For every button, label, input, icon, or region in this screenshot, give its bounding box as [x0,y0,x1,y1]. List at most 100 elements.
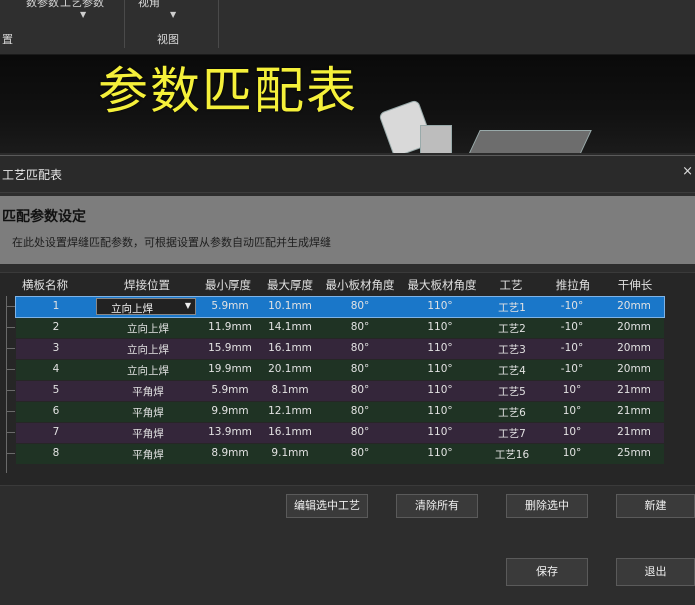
cell-max-thickness: 10.1mm [268,300,312,312]
cell-min-angle: 80° [350,363,370,375]
ribbon-group-label: 置 [2,33,13,46]
cell-push-angle: 10° [562,405,582,417]
cell-max-angle: 110° [427,342,453,354]
table-row[interactable]: 6 平角焊 9.9mm 12.1mm 80° 110° 工艺6 10° 21mm [6,402,664,422]
process-match-dialog: 工艺匹配表 × 匹配参数设定 在此处设置焊缝匹配参数，可根据设置从参数自动匹配并… [0,155,695,605]
cell-process: 工艺4 [498,365,526,377]
table-row[interactable]: 5 平角焊 5.9mm 8.1mm 80° 110° 工艺5 10° 21mm [6,381,664,401]
cell-stickout: 21mm [617,405,651,417]
close-icon[interactable]: × [682,164,693,179]
column-header[interactable]: 最大厚度 [262,277,318,293]
cell-process: 工艺7 [498,428,526,440]
tree-connector [6,453,15,454]
cell-name: 3 [52,342,60,354]
cell-name: 7 [52,426,60,438]
cell-stickout: 20mm [617,342,651,354]
cell-max-angle: 110° [427,426,453,438]
cell-stickout: 20mm [617,321,651,333]
ribbon-item-process-params[interactable]: 工艺参数 [60,0,104,10]
cell-min-angle: 80° [350,342,370,354]
table-row[interactable]: 8 平角焊 8.9mm 9.1mm 80° 110° 工艺16 10° 25mm [6,444,664,464]
tree-connector [6,390,15,391]
section-heading: 匹配参数设定 [2,209,86,225]
cell-min-thickness: 13.9mm [208,426,252,438]
weld-position-value: 立向上焊 [111,303,153,315]
edit-selected-process-button[interactable]: 编辑选中工艺 [286,494,368,518]
save-button[interactable]: 保存 [506,558,588,586]
cell-min-thickness: 11.9mm [208,321,252,333]
cell-max-angle: 110° [427,300,453,312]
cell-min-angle: 80° [350,426,370,438]
cell-process: 工艺5 [498,386,526,398]
table-row[interactable]: 1 立向上焊 ▼ 5.9mm 10.1mm 80° 110° 工艺1 -10° … [6,296,665,318]
clear-all-button[interactable]: 清除所有 [396,494,478,518]
chevron-down-icon[interactable]: ▼ [170,10,176,19]
delete-selected-button[interactable]: 删除选中 [506,494,588,518]
cell-weld-position: 平角焊 [132,428,164,440]
cell-max-thickness: 16.1mm [268,426,312,438]
cell-min-angle: 80° [350,321,370,333]
tree-connector [6,306,15,307]
cell-name: 6 [52,405,60,417]
table-row[interactable]: 2 立向上焊 11.9mm 14.1mm 80° 110° 工艺2 -10° 2… [6,318,664,338]
cell-push-angle: 10° [562,384,582,396]
cell-min-thickness: 19.9mm [208,363,252,375]
cell-min-angle: 80° [350,384,370,396]
cell-max-thickness: 9.1mm [271,447,309,459]
exit-button[interactable]: 退出 [616,558,695,586]
ribbon-item-params[interactable]: 数参数 [26,0,59,10]
cell-name: 4 [52,363,60,375]
cell-name: 2 [52,321,60,333]
table-header: 横板名称 焊接位置 最小厚度 最大厚度 最小板材角度 最大板材角度 工艺 推拉角… [0,275,665,293]
info-panel: 匹配参数设定 在此处设置焊缝匹配参数，可根据设置从参数自动匹配并生成焊缝 [0,196,695,264]
cell-weld-position: 立向上焊 [127,344,169,356]
tree-connector [6,348,15,349]
ribbon-item-view-angle[interactable]: 视角 [138,0,160,10]
cell-process: 工艺3 [498,344,526,356]
table-row[interactable]: 3 立向上焊 15.9mm 16.1mm 80° 110° 工艺3 -10° 2… [6,339,664,359]
ribbon-toolbar: 数参数 工艺参数 ▼ ▼ 视角 置 视图 [0,0,695,55]
dialog-title: 工艺匹配表 [2,168,63,182]
table-row[interactable]: 4 立向上焊 19.9mm 20.1mm 80° 110° 工艺4 -10° 2… [6,360,664,380]
cell-name: 5 [52,384,60,396]
cell-max-angle: 110° [427,405,453,417]
cell-process: 工艺1 [498,302,526,314]
3d-viewport[interactable]: 参数匹配表 [0,55,695,153]
column-header[interactable]: 最小厚度 [200,277,256,293]
cell-min-thickness: 15.9mm [208,342,252,354]
robot-part [420,125,452,153]
cell-min-angle: 80° [350,405,370,417]
cell-weld-position: 平角焊 [132,386,164,398]
parameter-table: 横板名称 焊接位置 最小厚度 最大厚度 最小板材角度 最大板材角度 工艺 推拉角… [0,272,695,486]
cell-name: 1 [52,300,60,312]
cell-max-thickness: 12.1mm [268,405,312,417]
cell-max-angle: 110° [427,447,453,459]
weld-position-select[interactable]: 立向上焊 ▼ [96,298,196,315]
cell-max-thickness: 16.1mm [268,342,312,354]
cell-push-angle: 10° [562,426,582,438]
cell-stickout: 20mm [617,363,651,375]
column-header[interactable]: 干伸长 [615,277,655,293]
cell-min-angle: 80° [350,447,370,459]
chevron-down-icon[interactable]: ▼ [80,10,86,19]
column-header[interactable]: 最小板材角度 [322,277,398,293]
column-header[interactable]: 最大板材角度 [404,277,480,293]
column-header[interactable]: 工艺 [496,277,526,293]
cell-push-angle: -10° [560,300,584,312]
column-header[interactable]: 焊接位置 [117,277,177,293]
column-header[interactable]: 横板名称 [20,277,70,293]
overlay-title: 参数匹配表 [98,62,358,120]
column-header[interactable]: 推拉角 [553,277,593,293]
cell-name: 8 [52,447,60,459]
tree-connector [6,411,15,412]
cell-stickout: 25mm [617,447,651,459]
new-button[interactable]: 新建 [616,494,695,518]
cell-push-angle: -10° [560,363,584,375]
chevron-down-icon[interactable]: ▼ [185,301,191,310]
cell-max-angle: 110° [427,363,453,375]
tree-connector [6,432,15,433]
cell-stickout: 21mm [617,384,651,396]
cell-process: 工艺6 [498,407,526,419]
table-row[interactable]: 7 平角焊 13.9mm 16.1mm 80° 110° 工艺7 10° 21m… [6,423,664,443]
cell-max-angle: 110° [427,384,453,396]
